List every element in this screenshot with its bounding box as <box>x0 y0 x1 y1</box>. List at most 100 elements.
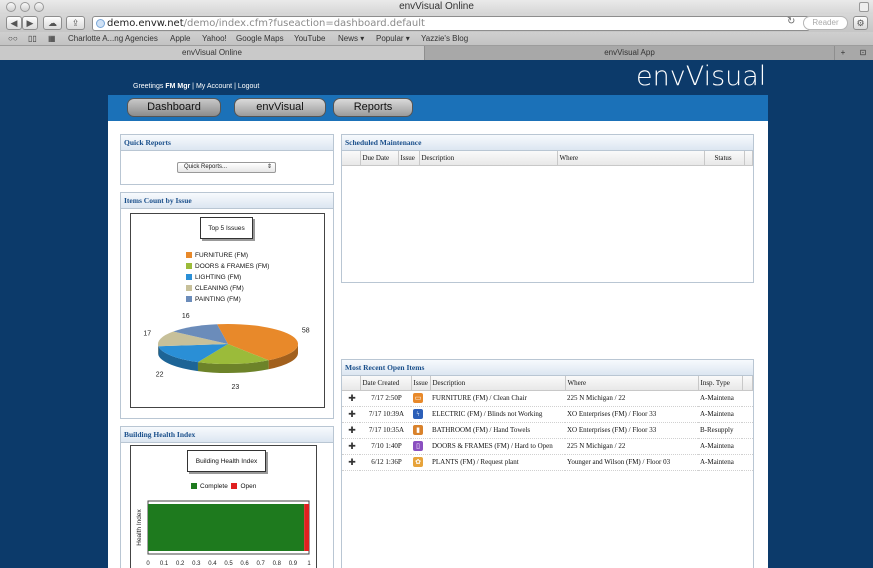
top-sites-icon[interactable]: ▦ <box>48 34 56 43</box>
pie-value-label: 58 <box>302 328 310 335</box>
select-arrows-icon: ⇕ <box>266 164 272 170</box>
pie-chart-frame: Top 5 Issues FURNITURE (FM) DOORS & FRAME… <box>130 213 325 408</box>
pie-value-label: 16 <box>182 313 190 320</box>
settings-gear-icon[interactable]: ⚙ <box>853 16 868 30</box>
expand-icon[interactable]: ✚ <box>348 393 356 404</box>
x-tick-label: 0.8 <box>273 561 282 567</box>
insp-type-cell: A-Maintena <box>698 406 742 423</box>
column-header[interactable]: Issue <box>398 151 420 166</box>
logout-link[interactable]: Logout <box>238 83 259 90</box>
url-path: /demo/index.cfm?fuseaction=dashboard.def… <box>183 18 425 29</box>
column-header <box>742 376 753 391</box>
bookmarks-bar: ○○ ▯▯ ▦ Charlotte A...ng Agencies Apple … <box>0 32 873 46</box>
dashboard-content: Quick Reports Quick Reports... ⇕ Items C… <box>108 121 768 568</box>
table-row[interactable]: ✚ 7/10 1:40P ▯ DOORS & FRAMES (FM) / Har… <box>342 438 753 455</box>
bookmark-item[interactable]: Yahoo! <box>202 34 227 43</box>
expand-icon[interactable]: ✚ <box>348 441 356 452</box>
close-window-icon[interactable] <box>6 2 16 12</box>
reports-button[interactable]: Reports <box>333 98 413 117</box>
tab-envvisual-app[interactable]: envVisual App <box>425 46 835 60</box>
table-row[interactable]: ✚ 6/12 1:36P ✿ PLANTS (FM) / Request pla… <box>342 454 753 471</box>
tab-overview-icon[interactable]: ⊡ <box>855 46 871 60</box>
scheduled-maintenance-panel: Scheduled Maintenance Due Date Issue Des… <box>341 134 754 283</box>
table-row[interactable]: ✚ 7/17 10:35A ▮ BATHROOM (FM) / Hand Tow… <box>342 422 753 439</box>
description-cell: FURNITURE (FM) / Clean Chair <box>430 390 565 407</box>
x-tick-label: 0.1 <box>160 561 169 567</box>
back-icon[interactable]: ◀ <box>6 16 22 30</box>
icloud-tabs-icon[interactable]: ☁ <box>43 16 62 30</box>
column-header[interactable]: Date Created <box>360 376 412 391</box>
scheduled-table: Due Date Issue Description Where Status <box>342 151 753 166</box>
pie-value-label: 23 <box>231 384 239 391</box>
column-header[interactable]: Where <box>565 376 699 391</box>
health-bar-complete[interactable] <box>148 504 305 551</box>
envvisual-logo: envVisual <box>636 61 767 92</box>
y-axis-label: Health Index <box>136 509 143 546</box>
address-bar[interactable]: demo.envw.net/demo/index.cfm?fuseaction=… <box>92 16 810 31</box>
table-header-row: Due Date Issue Description Where Status <box>342 151 753 166</box>
share-icon[interactable]: ⇪ <box>66 16 85 30</box>
reader-button[interactable]: Reader <box>803 16 848 30</box>
column-header[interactable]: Issue <box>411 376 431 391</box>
reload-icon[interactable]: ↻ <box>787 16 795 27</box>
expand-icon[interactable]: ✚ <box>348 409 356 420</box>
bookmark-item[interactable]: Charlotte A...ng Agencies <box>68 34 158 43</box>
table-row[interactable]: ✚ 7/17 10:39A ϟ ELECTRIC (FM) / Blinds n… <box>342 406 753 423</box>
column-header[interactable]: Status <box>704 151 745 166</box>
x-tick-label: 0.6 <box>240 561 249 567</box>
insp-type-cell: B-Resupply <box>698 422 742 439</box>
minimize-window-icon[interactable] <box>20 2 30 12</box>
bookmarks-icon[interactable]: ▯▯ <box>28 34 37 43</box>
bookmark-item[interactable]: YouTube <box>294 34 325 43</box>
greeting-text: Greetings <box>133 83 164 90</box>
column-header <box>342 151 361 166</box>
greeting: Greetings FM Mgr | My Account | Logout <box>133 83 259 90</box>
my-account-link[interactable]: My Account <box>196 83 232 90</box>
expand-icon[interactable]: ✚ <box>348 425 356 436</box>
insp-type-cell: A-Maintena <box>698 438 742 455</box>
column-header <box>744 151 753 166</box>
column-header[interactable]: Description <box>419 151 558 166</box>
bookmark-item[interactable]: News ▾ <box>338 34 364 43</box>
bookmark-item[interactable]: Apple <box>170 34 190 43</box>
column-header[interactable]: Description <box>430 376 566 391</box>
insp-type-cell: A-Maintena <box>698 454 742 471</box>
x-tick-label: 0.9 <box>289 561 298 567</box>
health-chart-frame: Building Health Index Complete Open Heal… <box>130 445 317 568</box>
dashboard-button[interactable]: Dashboard <box>127 98 221 117</box>
new-tab-icon[interactable]: + <box>835 46 851 60</box>
health-bar-open[interactable] <box>304 504 309 551</box>
quick-reports-panel: Quick Reports Quick Reports... ⇕ <box>120 134 334 185</box>
reading-list-icon[interactable]: ○○ <box>8 34 18 43</box>
select-value: Quick Reports... <box>184 164 228 170</box>
fullscreen-icon[interactable] <box>859 2 869 12</box>
table-row[interactable]: ✚ 7/17 2:50P ▭ FURNITURE (FM) / Clean Ch… <box>342 390 753 407</box>
bookmark-item[interactable]: Google Maps <box>236 34 284 43</box>
column-header[interactable]: Due Date <box>360 151 399 166</box>
recent-open-items-panel: Most Recent Open Items Date Created Issu… <box>341 359 754 568</box>
url-host: demo.envw.net <box>107 18 184 29</box>
expand-icon[interactable]: ✚ <box>348 457 356 468</box>
description-cell: ELECTRIC (FM) / Blinds not Working <box>430 406 565 423</box>
bookmark-item[interactable]: Yazzie's Blog <box>421 34 468 43</box>
pie-value-label: 22 <box>156 371 164 378</box>
quick-reports-select[interactable]: Quick Reports... ⇕ <box>177 162 276 173</box>
zoom-window-icon[interactable] <box>34 2 44 12</box>
where-cell: XO Enterprises (FM) / Floor 33 <box>565 422 698 439</box>
envvisual-button[interactable]: envVisual <box>234 98 326 117</box>
x-tick-label: 0.3 <box>192 561 201 567</box>
tab-envvisual-online[interactable]: envVisual Online <box>0 46 425 60</box>
forward-icon[interactable]: ▶ <box>22 16 38 30</box>
electric-icon: ϟ <box>413 409 423 419</box>
separator: | <box>192 83 194 90</box>
where-cell: Younger and Wilson (FM) / Floor 03 <box>565 454 698 471</box>
panel-title: Quick Reports <box>121 135 333 151</box>
page: Greetings FM Mgr | My Account | Logout e… <box>0 61 873 568</box>
bookmark-item[interactable]: Popular ▾ <box>376 34 410 43</box>
column-header[interactable]: Insp. Type <box>698 376 743 391</box>
insp-type-cell: A-Maintena <box>698 390 742 407</box>
user-name: FM Mgr <box>165 83 191 90</box>
column-header[interactable]: Where <box>557 151 705 166</box>
x-tick-label: 0.2 <box>176 561 185 567</box>
items-count-panel: Items Count by Issue Top 5 Issues FURNIT… <box>120 192 334 419</box>
